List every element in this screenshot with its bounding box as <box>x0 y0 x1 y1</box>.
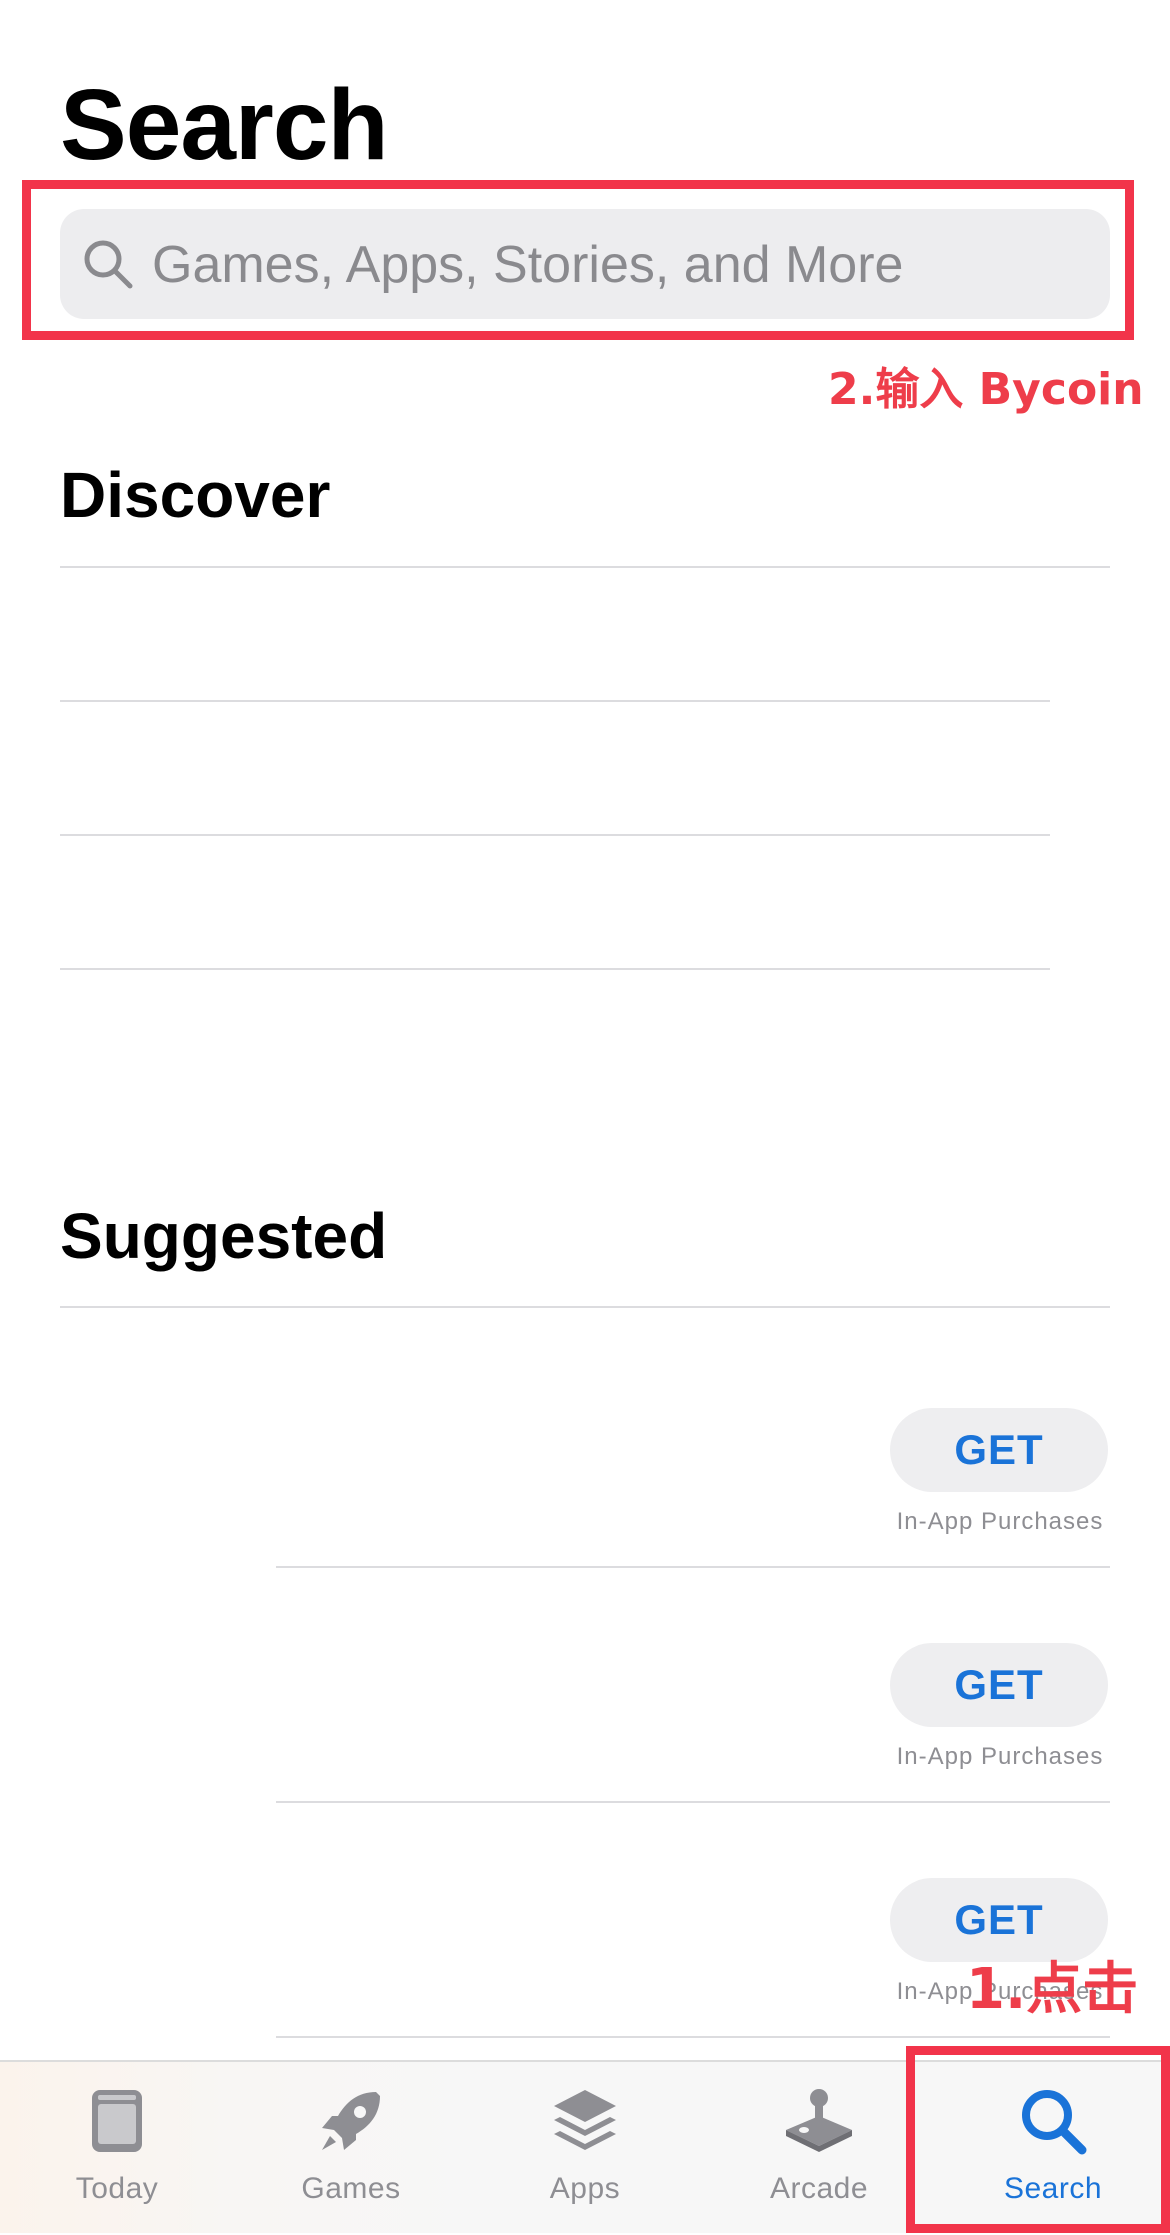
in-app-purchases-note: In-App Purchases <box>896 1743 1104 1770</box>
today-icon <box>92 2090 142 2152</box>
joystick-icon <box>786 2089 852 2152</box>
in-app-purchases-note: In-App Purchases <box>896 1508 1104 1535</box>
suggested-title: Suggested <box>60 1200 388 1272</box>
divider <box>60 968 1050 970</box>
divider <box>60 834 1050 836</box>
tab-games-label: Games <box>301 2172 401 2205</box>
annotation-highlight-search-field <box>22 180 1134 340</box>
divider <box>276 1566 1110 1568</box>
divider <box>60 700 1050 702</box>
tab-apps-label: Apps <box>549 2172 621 2205</box>
divider <box>276 1801 1110 1803</box>
get-button[interactable]: GET <box>890 1643 1108 1727</box>
annotation-step-1: 1.点击 <box>966 1957 1139 2022</box>
divider <box>60 566 1110 568</box>
tab-arcade-label: Arcade <box>769 2172 869 2205</box>
tab-apps[interactable]: Apps <box>468 2062 702 2235</box>
discover-title: Discover <box>60 459 331 531</box>
page-title: Search <box>60 69 389 181</box>
rocket-icon <box>322 2092 380 2150</box>
tab-today[interactable]: Today <box>0 2062 234 2235</box>
annotation-highlight-search-tab <box>906 2046 1170 2233</box>
layers-icon <box>554 2090 616 2150</box>
annotation-step-2: 2.输入 Bycoin <box>828 364 1144 415</box>
get-button[interactable]: GET <box>890 1408 1108 1492</box>
tab-today-label: Today <box>75 2172 159 2205</box>
tab-games[interactable]: Games <box>234 2062 468 2235</box>
tab-arcade[interactable]: Arcade <box>702 2062 936 2235</box>
divider <box>60 1306 1110 1308</box>
get-button[interactable]: GET <box>890 1878 1108 1962</box>
divider <box>276 2036 1110 2038</box>
